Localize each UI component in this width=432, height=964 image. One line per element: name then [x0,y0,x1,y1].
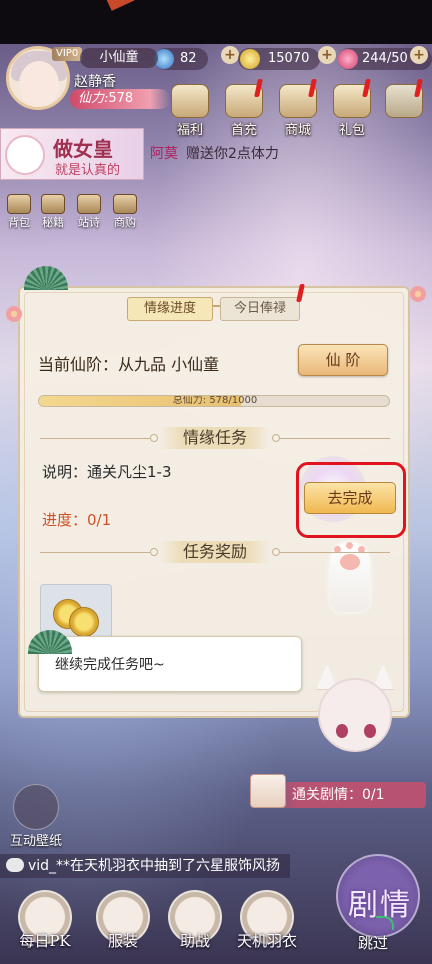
add-gems-button[interactable]: + [221,46,239,64]
tab-daily-salary[interactable]: 今日俸禄 [220,297,300,321]
gift-box-icon[interactable] [250,774,286,808]
power-display: 仙力:578 [70,89,170,109]
menu-celestial-robe[interactable]: 天机羽衣 [232,890,302,951]
menu-assist[interactable]: 助战 [160,890,230,951]
tab-affinity-progress[interactable]: 情缘进度 [127,297,213,321]
coin-counter: 15070 [238,48,320,70]
coin-pot-icon [225,79,263,118]
paw-icon [13,784,59,830]
guide-character [314,664,396,756]
menu-welfare[interactable]: 福利 [166,84,214,138]
cat-icon [5,135,45,175]
menu-poem[interactable]: 站诗 [74,194,104,230]
coin-icon [69,607,99,637]
chat-icon [6,858,24,872]
menu-bag[interactable]: 背包 [4,194,34,230]
task-description: 说明：通关凡尘1-3 [42,463,172,481]
menu-mail[interactable] [380,79,428,118]
power-progress-bar: 总仙力: 578/1000 [38,395,390,407]
menu-shop[interactable]: 商城 [274,79,322,138]
scroll-icon [77,194,101,214]
player-name: 赵静香 [74,74,116,90]
guide-dialog[interactable]: 继续完成任务吧~ [38,636,302,692]
flower-decoration [410,286,426,302]
shop-icon [279,79,317,118]
current-realm: 当前仙阶：从九品 小仙童 [38,355,220,374]
add-coins-button[interactable]: + [318,46,336,64]
realm-button[interactable]: 仙 阶 [298,344,388,376]
add-energy-button[interactable]: + [410,46,428,64]
world-chat[interactable]: vid_**在天机羽衣中抽到了六星服饰风扬 [0,854,290,878]
section-affinity-task: 情缘任务 [40,427,390,449]
coin-icon [240,49,260,69]
notice-message: 赠送你2点体力 [186,146,279,162]
vip-badge[interactable]: VIP0 [52,47,83,61]
notice-sender: 阿莫 [150,146,178,162]
menu-outfit[interactable]: 服装 [88,890,158,951]
menu-gift-pack[interactable]: 礼包 [328,79,376,138]
status-bar [0,0,432,44]
menu-purchase[interactable]: 商购 [110,194,140,230]
bag-icon [7,194,31,214]
skip-button[interactable]: 跳过 [358,932,388,953]
cart-icon [113,194,137,214]
menu-secret-book[interactable]: 秘籍 [38,194,68,230]
gift-icon [171,84,209,118]
menu-daily-pk[interactable]: 每日PK [10,890,80,951]
event-banner[interactable]: 做女皇 就是认真的 [0,128,144,180]
flower-decoration [6,306,22,322]
heart-icon [338,49,358,69]
menu-first-charge[interactable]: 首充 [220,79,268,138]
interactive-wallpaper-button[interactable]: 互动壁纸 [4,784,68,849]
tutorial-highlight [296,462,406,538]
mail-icon [385,79,423,118]
rank-label: 小仙童 [80,48,158,68]
book-icon [41,194,65,214]
gift-pack-icon [333,79,371,118]
section-task-reward: 任务奖励 [40,541,390,563]
task-progress: 进度：0/1 [42,511,112,529]
gem-counter: 82 [154,48,208,70]
